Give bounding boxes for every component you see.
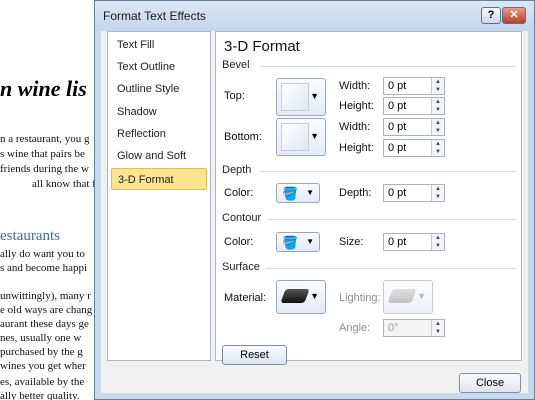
panel-title: 3-D Format — [224, 38, 300, 55]
material-label: Material: — [224, 292, 267, 304]
document-line: aurant these days ge — [0, 318, 89, 330]
top-width-spinner[interactable]: 0 pt ▲ ▼ — [383, 77, 445, 95]
format-text-effects-dialog: Format Text Effects ? ✕ Text Fill Text O… — [94, 0, 535, 400]
separator — [268, 219, 516, 220]
bottom-width-spinner[interactable]: 0 pt ▲ ▼ — [383, 118, 445, 136]
3d-format-panel: 3-D Format Bevel Top: ▼ Width: 0 pt ▲ ▼ He… — [215, 31, 522, 365]
nav-item-text-outline[interactable]: Text Outline — [111, 56, 207, 78]
top-width-value: 0 pt — [388, 80, 407, 92]
nav-item-3d-format[interactable]: 3-D Format — [111, 168, 207, 190]
depth-color-label: Color: — [224, 187, 254, 199]
depth-value: 0 pt — [388, 187, 407, 199]
size-spinner[interactable]: 0 pt ▲ ▼ — [383, 233, 445, 251]
chevron-down-icon: ▼ — [306, 237, 314, 246]
top-height-value: 0 pt — [388, 100, 407, 112]
paint-bucket-icon: 🪣 — [282, 235, 299, 250]
background-document: n wine lis n a restaurant, you g s wine … — [0, 0, 100, 400]
top-width-label: Width: — [339, 80, 371, 92]
bevel-bottom-dropdown[interactable]: ▼ — [276, 118, 326, 156]
close-icon[interactable]: ✕ — [502, 7, 526, 24]
surface-section-label: Surface — [222, 261, 260, 273]
paint-bucket-icon: 🪣 — [282, 186, 299, 201]
document-heading: n wine lis — [0, 76, 87, 101]
material-preview-icon — [280, 289, 310, 303]
bevel-top-label: Top: — [224, 90, 245, 102]
document-line: e old ways are chang — [0, 304, 93, 316]
document-line: s and become happi — [0, 262, 88, 274]
size-label: Size: — [339, 236, 364, 248]
chevron-down-icon: ▼ — [417, 291, 426, 301]
document-subheading: estaurants — [0, 228, 60, 244]
bevel-top-dropdown[interactable]: ▼ — [276, 78, 326, 116]
bottom-height-spinner[interactable]: 0 pt ▲ ▼ — [383, 139, 445, 157]
bottom-width-label: Width: — [339, 121, 371, 133]
chevron-down-icon: ▼ — [310, 291, 319, 301]
effects-nav: Text Fill Text Outline Outline Style Sha… — [107, 31, 211, 361]
depth-label: Depth: — [339, 187, 372, 199]
document-line: ally do want you to — [0, 248, 85, 260]
lighting-label: Lighting: — [339, 292, 381, 304]
top-height-label: Height: — [339, 100, 374, 112]
nav-item-text-fill[interactable]: Text Fill — [111, 34, 207, 56]
bevel-preview-icon — [281, 83, 309, 111]
chevron-down-icon: ▼ — [310, 91, 319, 101]
nav-item-outline-style[interactable]: Outline Style — [111, 78, 207, 100]
document-line: friends during the w — [0, 163, 89, 175]
bevel-preview-icon — [281, 123, 309, 151]
spin-buttons[interactable]: ▲ ▼ — [431, 78, 444, 94]
angle-spinner[interactable]: 0° ▲ ▼ — [383, 319, 445, 337]
angle-value: 0° — [388, 322, 399, 334]
nav-item-shadow[interactable]: Shadow — [111, 101, 207, 123]
document-line: unwittingly), many r — [0, 290, 91, 302]
separator — [266, 268, 516, 269]
contour-section-label: Contour — [222, 212, 262, 224]
document-line: wines you get wher — [0, 360, 86, 372]
document-line: purchased by the g — [0, 346, 83, 358]
nav-item-reflection[interactable]: Reflection — [111, 123, 207, 145]
separator — [260, 171, 516, 172]
depth-spinner[interactable]: 0 pt ▲ ▼ — [383, 184, 445, 202]
spin-buttons[interactable]: ▲ ▼ — [431, 185, 444, 201]
size-value: 0 pt — [388, 236, 407, 248]
contour-color-dropdown[interactable]: 🪣 ▼ — [276, 232, 320, 252]
lighting-dropdown[interactable]: ▼ — [383, 280, 433, 314]
spin-buttons[interactable]: ▲ ▼ — [431, 320, 444, 336]
dialog-title: Format Text Effects — [103, 9, 206, 23]
document-line: ally better quality. — [0, 390, 80, 400]
separator — [260, 66, 516, 67]
spin-buttons[interactable]: ▲ ▼ — [431, 234, 444, 250]
chevron-down-icon: ▼ — [310, 131, 319, 141]
lighting-preview-icon — [387, 289, 417, 303]
bottom-width-value: 0 pt — [388, 121, 407, 133]
material-dropdown[interactable]: ▼ — [276, 280, 326, 314]
chevron-down-icon: ▼ — [306, 188, 314, 197]
top-height-spinner[interactable]: 0 pt ▲ ▼ — [383, 97, 445, 115]
dialog-titlebar[interactable]: Format Text Effects ? ✕ — [95, 1, 534, 31]
document-line: nes, usually one w — [0, 332, 82, 344]
bevel-section-label: Bevel — [222, 59, 250, 71]
spin-buttons[interactable]: ▲ ▼ — [431, 140, 444, 156]
nav-item-glow-soft-edges[interactable]: Glow and Soft Edges — [111, 145, 207, 184]
document-line: s wine that pairs be — [0, 148, 85, 160]
help-button[interactable]: ? — [481, 7, 501, 24]
spin-buttons[interactable]: ▲ ▼ — [431, 119, 444, 135]
depth-color-dropdown[interactable]: 🪣 ▼ — [276, 183, 320, 203]
bottom-height-value: 0 pt — [388, 142, 407, 154]
document-line: n a restaurant, you g — [0, 133, 90, 145]
depth-section-label: Depth — [222, 164, 252, 176]
document-line: all know that feelin — [32, 178, 100, 190]
spin-buttons[interactable]: ▲ ▼ — [431, 98, 444, 114]
bottom-height-label: Height: — [339, 142, 374, 154]
reset-button[interactable]: Reset — [222, 345, 287, 365]
close-button[interactable]: Close — [459, 373, 521, 393]
bevel-bottom-label: Bottom: — [224, 131, 262, 143]
contour-color-label: Color: — [224, 236, 254, 248]
angle-label: Angle: — [339, 322, 371, 334]
document-line: es, available by the — [0, 376, 85, 388]
dialog-client: Text Fill Text Outline Outline Style Sha… — [101, 31, 528, 393]
